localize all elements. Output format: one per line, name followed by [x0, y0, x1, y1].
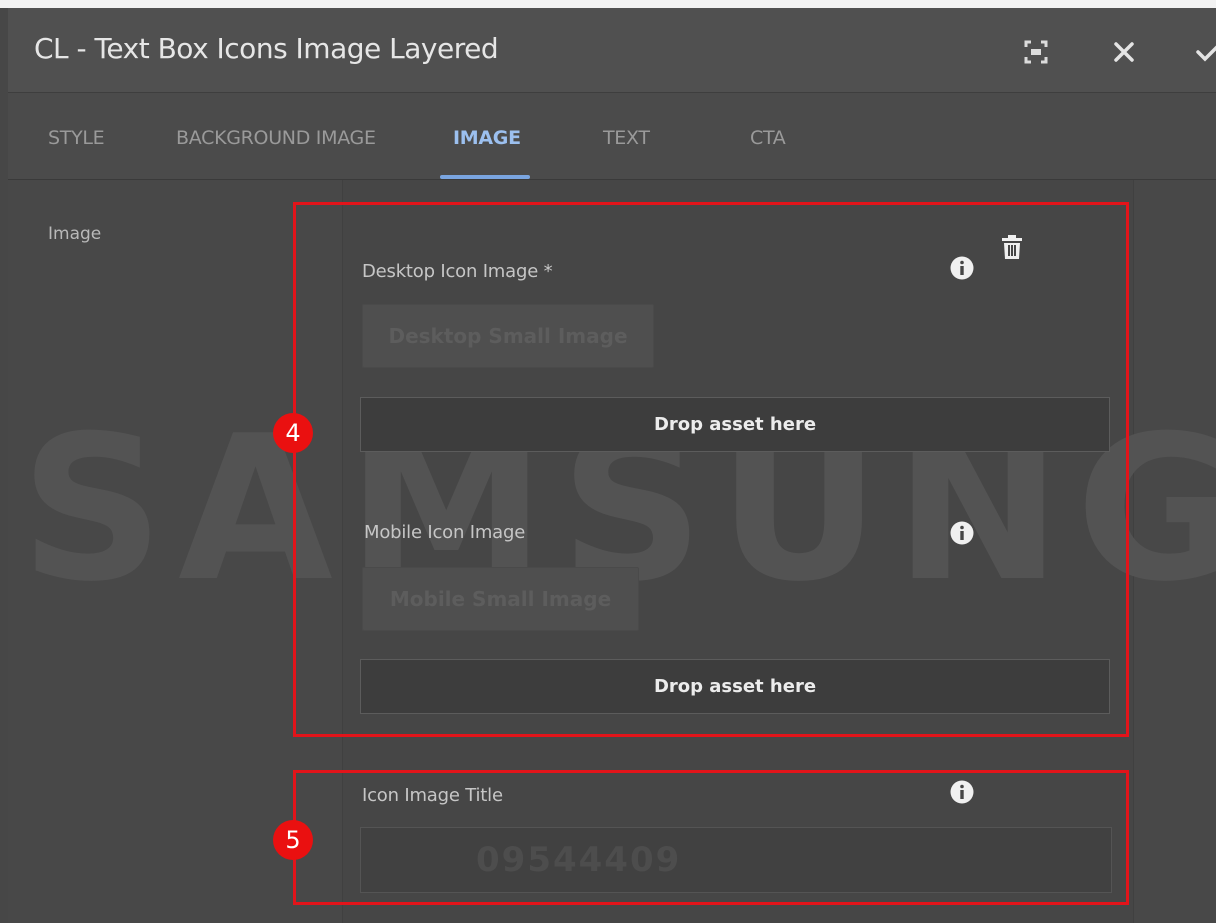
desktop-drop-zone[interactable]: Drop asset here: [360, 397, 1110, 452]
dialog-header: CL - Text Box Icons Image Layered: [8, 8, 1216, 93]
tab-background-image[interactable]: BACKGROUND IMAGE: [176, 127, 376, 149]
tab-bar: STYLE BACKGROUND IMAGE IMAGE TEXT CTA: [8, 93, 1216, 180]
icon-title-label: Icon Image Title: [362, 785, 503, 806]
tab-cta[interactable]: CTA: [750, 127, 786, 149]
tab-image[interactable]: IMAGE: [453, 127, 521, 149]
icon-title-input[interactable]: 09544409: [360, 827, 1112, 893]
close-icon[interactable]: [1110, 38, 1138, 66]
desktop-icon-label: Desktop Icon Image *: [362, 261, 553, 282]
top-strip: [0, 0, 1216, 8]
checkmark-icon[interactable]: [1194, 38, 1216, 66]
mobile-drop-zone[interactable]: Drop asset here: [360, 659, 1110, 714]
tab-text[interactable]: TEXT: [603, 127, 650, 149]
callout-badge-5: 5: [273, 820, 313, 860]
dialog-title: CL - Text Box Icons Image Layered: [34, 32, 499, 65]
callout-badge-4: 4: [273, 413, 313, 453]
trash-icon[interactable]: [1001, 234, 1023, 260]
active-tab-indicator: [440, 175, 530, 179]
dialog-content: Image: [8, 180, 1216, 923]
mobile-icon-label: Mobile Icon Image: [364, 522, 526, 543]
info-icon[interactable]: [950, 780, 974, 804]
mobile-image-placeholder: Mobile Small Image: [362, 567, 639, 631]
tab-style[interactable]: STYLE: [48, 127, 105, 149]
desktop-image-placeholder: Desktop Small Image: [362, 304, 654, 368]
field-panel: [342, 180, 1134, 923]
info-icon[interactable]: [950, 521, 974, 545]
section-label: Image: [48, 224, 102, 244]
fullscreen-icon[interactable]: [1022, 38, 1050, 66]
info-icon[interactable]: [950, 256, 974, 280]
